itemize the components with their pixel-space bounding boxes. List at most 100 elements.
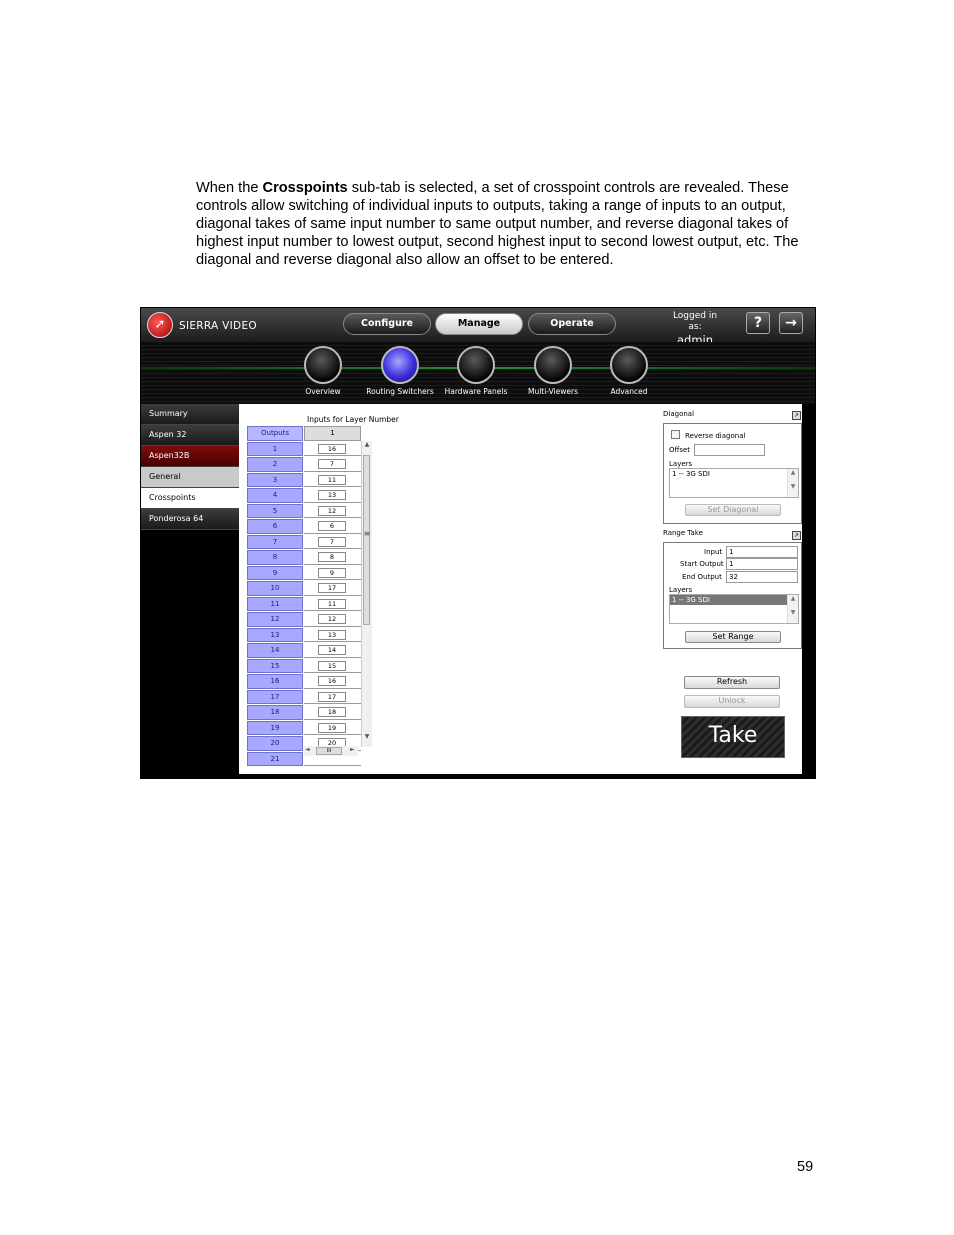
nav-hardware-panels[interactable]: Hardware Panels: [441, 346, 511, 396]
offset-input[interactable]: [694, 444, 765, 456]
nav-multi-viewers[interactable]: Multi-Viewers: [518, 346, 588, 396]
input-cell: 13: [304, 627, 361, 642]
sidebar-item-crosspoints[interactable]: Crosspoints: [141, 488, 239, 509]
input-field[interactable]: 12: [318, 505, 346, 516]
output-number: 2: [247, 457, 303, 472]
sidebar: Summary Aspen 32 Aspen32B General Crossp…: [141, 404, 239, 778]
input-field[interactable]: 7: [318, 536, 346, 547]
scroll-up-icon[interactable]: ▲: [362, 441, 372, 448]
input-field[interactable]: 19: [318, 722, 346, 733]
end-output-field[interactable]: 32: [726, 571, 798, 583]
hscroll-thumb[interactable]: III: [316, 747, 342, 755]
input-field[interactable]: 8: [318, 552, 346, 562]
refresh-button[interactable]: Refresh: [684, 676, 780, 689]
tab-configure[interactable]: Configure: [343, 313, 431, 335]
input-cell: 14: [304, 643, 361, 658]
input-cell: 12: [304, 503, 361, 518]
output-number: 14: [247, 643, 303, 658]
input-field[interactable]: 11: [318, 474, 346, 485]
input-field[interactable]: 14: [318, 645, 346, 655]
grid-title: Inputs for Layer Number: [307, 415, 399, 424]
routing-switchers-icon: [381, 346, 419, 384]
input-cell: 17: [304, 581, 361, 596]
output-number: 13: [247, 627, 303, 642]
range-layers-list[interactable]: 1 -- 3G SDI ▲ ▼: [669, 594, 799, 624]
input-cell: 11: [304, 596, 361, 611]
range-layer-item[interactable]: 1 -- 3G SDI: [670, 595, 798, 605]
sidebar-item-summary[interactable]: Summary: [141, 404, 239, 425]
grid-horizontal-scrollbar[interactable]: ◄ III ►: [304, 746, 358, 756]
sidebar-item-general[interactable]: General: [141, 467, 239, 488]
input-field[interactable]: 16: [318, 443, 346, 454]
nav-overview[interactable]: Overview: [288, 346, 358, 396]
set-range-button[interactable]: Set Range: [685, 631, 781, 643]
input-field[interactable]: 13: [318, 629, 346, 640]
logout-icon[interactable]: →: [779, 312, 803, 334]
output-number: 21: [247, 751, 303, 766]
diagonal-list-scrollbar[interactable]: ▲ ▼: [787, 469, 798, 497]
reverse-diagonal-checkbox[interactable]: [671, 430, 680, 439]
help-icon[interactable]: ?: [746, 312, 770, 334]
input-field[interactable]: 16: [318, 676, 346, 686]
tab-manage[interactable]: Manage: [435, 313, 523, 335]
range-take-expand-icon[interactable]: ↗: [792, 531, 801, 540]
output-number: 9: [247, 565, 303, 580]
range-take-title: Range Take: [663, 529, 703, 537]
diagonal-layer-item[interactable]: 1 -- 3G SDI: [670, 469, 798, 479]
sidebar-item-ponderosa-64[interactable]: Ponderosa 64: [141, 509, 239, 530]
grip-icon: ≡: [363, 529, 371, 538]
scroll-down-icon[interactable]: ▼: [362, 733, 372, 740]
output-number: 16: [247, 674, 303, 689]
input-field[interactable]: 12: [318, 614, 346, 624]
diagonal-layers-list[interactable]: 1 -- 3G SDI ▲ ▼: [669, 468, 799, 498]
tab-operate[interactable]: Operate: [528, 313, 616, 335]
input-field[interactable]: 1: [726, 546, 798, 558]
scroll-right-icon[interactable]: ►: [350, 746, 355, 753]
input-field[interactable]: 15: [318, 660, 346, 671]
input-cell: 16: [304, 674, 361, 689]
overview-icon: [304, 346, 342, 384]
app-screenshot: ➚ SIERRA VIDEO Configure Manage Operate …: [140, 307, 816, 779]
input-field[interactable]: 17: [318, 583, 346, 593]
input-cell: 17: [304, 689, 361, 704]
input-cell: 13: [304, 488, 361, 503]
logo-text: SIERRA VIDEO: [179, 320, 257, 332]
sidebar-item-aspen-32[interactable]: Aspen 32: [141, 425, 239, 446]
start-output-label: Start Output: [680, 560, 724, 568]
input-cell: 7: [304, 534, 361, 549]
nav-band: Overview Routing Switchers Hardware Pane…: [141, 342, 815, 404]
input-cell: 18: [304, 705, 361, 720]
range-layers-label: Layers: [669, 586, 693, 594]
start-output-field[interactable]: 1: [726, 558, 798, 570]
input-field[interactable]: 13: [318, 490, 346, 500]
layer-header: 1: [304, 426, 361, 441]
input-field[interactable]: 6: [318, 521, 346, 531]
sidebar-item-aspen32b[interactable]: Aspen32B: [141, 446, 239, 467]
nav-routing-switchers[interactable]: Routing Switchers: [365, 346, 435, 396]
diagonal-expand-icon[interactable]: ↗: [792, 411, 801, 420]
range-list-scrollbar[interactable]: ▲ ▼: [787, 595, 798, 623]
input-cell: 8: [304, 550, 361, 565]
output-number: 18: [247, 705, 303, 720]
end-output-label: End Output: [682, 573, 722, 581]
input-field[interactable]: 9: [318, 567, 346, 578]
take-button[interactable]: Take: [681, 716, 785, 758]
nav-advanced[interactable]: Advanced: [594, 346, 664, 396]
page-number: 59: [797, 1159, 814, 1175]
input-field[interactable]: 11: [318, 598, 346, 609]
output-number: 7: [247, 534, 303, 549]
input-cell: 7: [304, 457, 361, 472]
sierra-logo-icon: ➚: [147, 312, 173, 338]
scroll-left-icon[interactable]: ◄: [305, 746, 310, 753]
input-field[interactable]: 7: [318, 459, 346, 469]
unlock-button[interactable]: Unlock: [684, 695, 780, 708]
input-field[interactable]: 17: [318, 691, 346, 702]
output-number: 6: [247, 519, 303, 534]
grid-vertical-scrollbar[interactable]: ▲ ≡ ▼: [361, 441, 372, 747]
output-number: 17: [247, 689, 303, 704]
input-field[interactable]: 18: [318, 707, 346, 717]
set-diagonal-button[interactable]: Set Diagonal: [685, 504, 781, 516]
scroll-thumb[interactable]: [363, 455, 370, 625]
output-number: 20: [247, 736, 303, 751]
crosspoints-bold: Crosspoints: [262, 180, 348, 196]
